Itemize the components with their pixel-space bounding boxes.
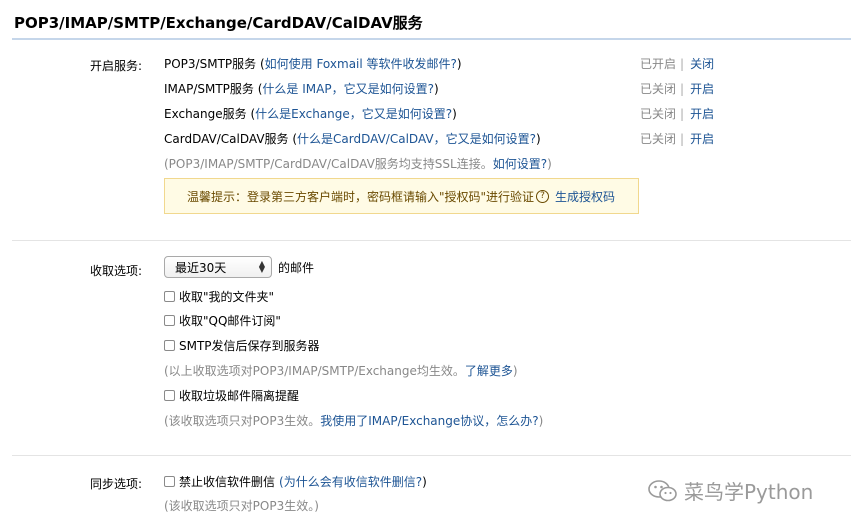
receive-option-folders[interactable]: 收取"我的文件夹" <box>164 288 274 305</box>
service-row-carddav: CardDAV/CalDAV服务 ( 什么是CardDAV/CalDAV，它又是… <box>164 130 541 147</box>
service-state: 已关闭 <box>640 107 677 121</box>
service-status-imap: 已关闭 | 开启 <box>640 82 715 96</box>
checkbox-no-delete[interactable] <box>164 476 175 487</box>
service-help-link[interactable]: 什么是CardDAV/CalDAV，它又是如何设置? <box>297 130 536 147</box>
receive-option-subscriptions[interactable]: 收取"QQ邮件订阅" <box>164 312 281 329</box>
tip-text: 温馨提示：登录第三方客户端时，密码框请输入"授权码"进行验证 <box>187 189 535 204</box>
select-arrows-icon: ▲ ▼ <box>258 259 265 274</box>
service-tail: ) <box>456 56 462 71</box>
receive-range-value: 最近30天 <box>175 260 227 275</box>
pop3-note-text: (该收取选项只对POP3生效。 <box>164 414 321 428</box>
imap-exchange-help-link[interactable]: 我使用了IMAP/Exchange协议，怎么办? <box>320 412 538 429</box>
service-tail: ) <box>535 131 541 146</box>
option-label: SMTP发信后保存到服务器 <box>179 339 320 353</box>
title-divider <box>12 38 851 40</box>
receive-option-smtp-save[interactable]: SMTP发信后保存到服务器 <box>164 337 320 354</box>
service-name: IMAP/SMTP服务 ( <box>164 82 263 96</box>
service-state: 已关闭 <box>640 132 677 146</box>
service-row-pop3: POP3/SMTP服务 ( 如何使用 Foxmail 等软件收发邮件? ) <box>164 55 462 72</box>
receive-option-spam-alert[interactable]: 收取垃圾邮件隔离提醒 <box>164 387 299 404</box>
service-toggle-button[interactable]: 开启 <box>690 132 714 146</box>
service-status-pop3: 已开启 | 关闭 <box>640 57 715 71</box>
section-divider <box>12 240 851 241</box>
section-divider <box>12 455 851 456</box>
checkbox-spam-alert[interactable] <box>164 390 175 401</box>
ssl-note-text: (POP3/IMAP/SMTP/CardDAV/CalDAV服务均支持SSL连接… <box>164 157 493 171</box>
learn-more-link[interactable]: 了解更多 <box>465 362 513 379</box>
service-name: CardDAV/CalDAV服务 ( <box>164 132 298 146</box>
service-help-link[interactable]: 什么是Exchange，它又是如何设置? <box>255 105 452 122</box>
pop3-note-tail: ) <box>538 413 544 428</box>
service-row-imap: IMAP/SMTP服务 ( 什么是 IMAP，它又是如何设置? ) <box>164 80 439 97</box>
receive-note-tail: ) <box>512 363 518 378</box>
wechat-icon <box>648 479 677 501</box>
auth-code-tip: 温馨提示：登录第三方客户端时，密码框请输入"授权码"进行验证 ? 生成授权码 <box>164 178 639 214</box>
receive-range-row: 最近30天 ▲ ▼ 的邮件 <box>164 256 314 278</box>
pop3-only-note: (该收取选项只对POP3生效。 我使用了IMAP/Exchange协议，怎么办?… <box>164 412 543 429</box>
service-toggle-button[interactable]: 开启 <box>690 107 714 121</box>
service-tail: ) <box>433 81 439 96</box>
watermark: 菜鸟学Python <box>648 476 813 505</box>
receive-range-suffix: 的邮件 <box>278 260 315 275</box>
receive-range-select[interactable]: 最近30天 ▲ ▼ <box>164 256 272 278</box>
service-name: POP3/SMTP服务 ( <box>164 57 265 71</box>
service-toggle-button[interactable]: 关闭 <box>690 57 714 71</box>
sync-label: 同步选项: <box>90 477 143 491</box>
option-label: 收取垃圾邮件隔离提醒 <box>179 389 300 403</box>
services-label: 开启服务: <box>90 59 143 73</box>
checkbox-my-folders[interactable] <box>164 291 175 302</box>
option-label: 收取"QQ邮件订阅" <box>179 314 281 328</box>
service-row-exchange: Exchange服务 ( 什么是Exchange，它又是如何设置? ) <box>164 105 457 122</box>
option-label: 收取"我的文件夹" <box>179 290 275 304</box>
sync-option-no-delete[interactable]: 禁止收信软件删信 (为什么会有收信软件删信? ) <box>164 473 427 490</box>
service-help-link[interactable]: 如何使用 Foxmail 等软件收发邮件? <box>265 55 457 72</box>
service-tail: ) <box>452 106 457 121</box>
checkbox-smtp-save[interactable] <box>164 340 175 351</box>
generate-auth-code-link[interactable]: 生成授权码 <box>555 188 615 205</box>
sync-note: (该收取选项只对POP3生效。) <box>164 499 319 513</box>
receive-note: (以上收取选项对POP3/IMAP/SMTP/Exchange均生效。 了解更多… <box>164 362 518 379</box>
service-state: 已开启 <box>640 57 677 71</box>
service-state: 已关闭 <box>640 82 677 96</box>
option-label: 禁止收信软件删信 <box>179 475 276 489</box>
service-status-exchange: 已关闭 | 开启 <box>640 107 715 121</box>
receive-note-text: (以上收取选项对POP3/IMAP/SMTP/Exchange均生效。 <box>164 364 465 378</box>
service-toggle-button[interactable]: 开启 <box>690 82 714 96</box>
service-status-carddav: 已关闭 | 开启 <box>640 132 715 146</box>
ssl-note: (POP3/IMAP/SMTP/CardDAV/CalDAV服务均支持SSL连接… <box>164 155 552 172</box>
page-title: POP3/IMAP/SMTP/Exchange/CardDAV/CalDAV服务 <box>14 14 423 32</box>
ssl-help-link[interactable]: 如何设置? <box>493 155 547 172</box>
checkbox-qq-subscriptions[interactable] <box>164 315 175 326</box>
receive-label: 收取选项: <box>90 264 143 278</box>
help-circle-icon[interactable]: ? <box>536 189 550 203</box>
sync-option-tail: ) <box>422 474 427 489</box>
why-delete-link[interactable]: (为什么会有收信软件删信? <box>279 473 422 490</box>
service-name: Exchange服务 ( <box>164 107 256 121</box>
service-help-link[interactable]: 什么是 IMAP，它又是如何设置? <box>262 80 434 97</box>
ssl-note-tail: ) <box>547 156 552 171</box>
watermark-text: 菜鸟学Python <box>684 480 814 504</box>
